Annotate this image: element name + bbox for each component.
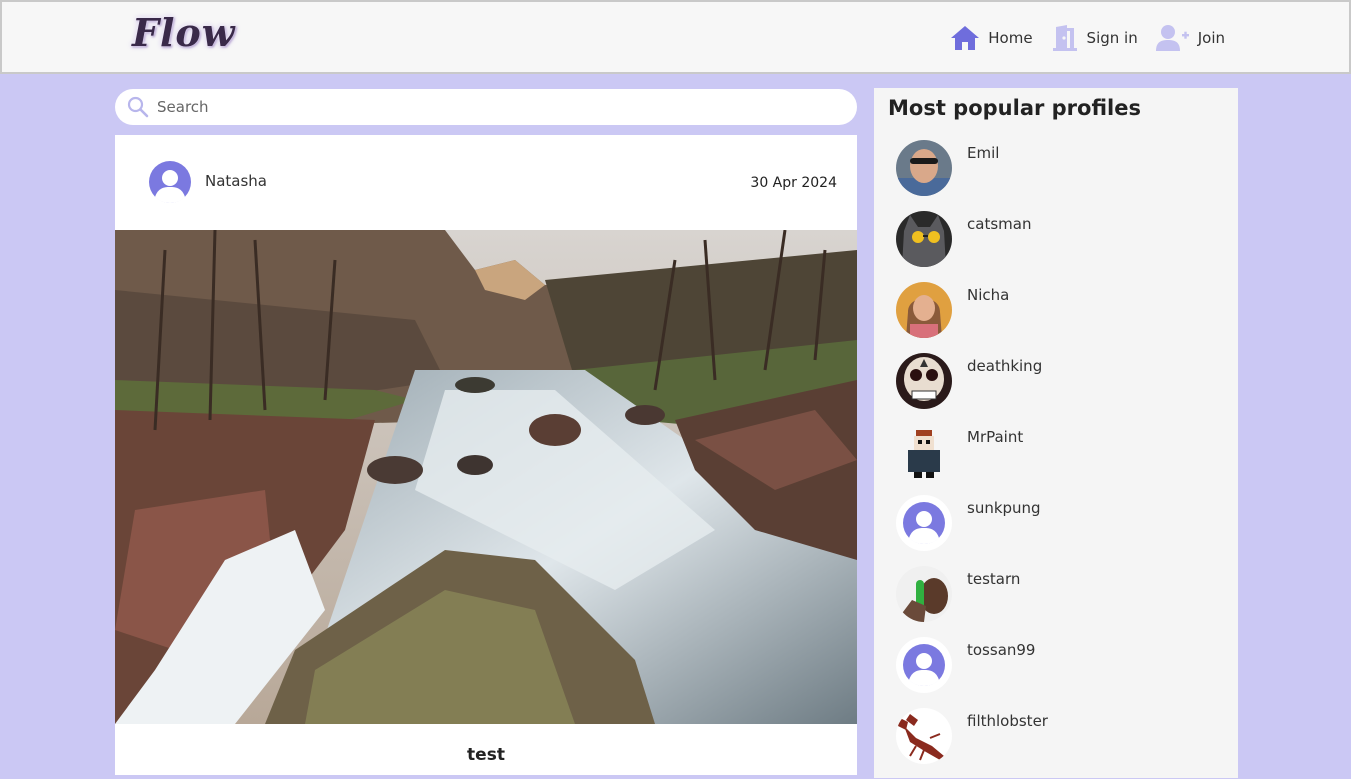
profile-item[interactable]: deathking — [896, 353, 1216, 424]
search-input[interactable] — [155, 97, 819, 117]
main-nav: Home Sign in Join — [950, 24, 1225, 52]
nav-join[interactable]: Join — [1155, 24, 1225, 52]
profile-item[interactable]: filthlobster — [896, 708, 1216, 779]
profile-name[interactable]: deathking — [967, 357, 1042, 375]
profile-name[interactable]: MrPaint — [967, 428, 1023, 446]
nav-sign-in[interactable]: Sign in — [1051, 24, 1138, 52]
profile-avatar-default[interactable] — [896, 637, 952, 693]
user-plus-icon — [1155, 25, 1189, 51]
profile-avatar-photo[interactable] — [896, 140, 952, 196]
profile-avatar-photo[interactable] — [896, 566, 952, 622]
post-card: Natasha 30 Apr 2024 test — [115, 135, 857, 775]
post-author-name[interactable]: Natasha — [205, 172, 267, 190]
profile-name[interactable]: Nicha — [967, 286, 1009, 304]
popular-profiles-panel: Most popular profiles Emil catsman Nicha… — [874, 88, 1238, 778]
logo[interactable]: Flow — [132, 10, 235, 55]
profile-name[interactable]: Emil — [967, 144, 999, 162]
profile-item[interactable]: Emil — [896, 140, 1216, 211]
post-header: Natasha 30 Apr 2024 — [115, 135, 857, 230]
profile-avatar-photo[interactable] — [896, 282, 952, 338]
post-author-avatar[interactable] — [149, 161, 191, 203]
profile-item[interactable]: testarn — [896, 566, 1216, 637]
profile-name[interactable]: catsman — [967, 215, 1031, 233]
profile-avatar-default[interactable] — [896, 495, 952, 551]
post-image[interactable] — [115, 230, 857, 724]
profile-name[interactable]: testarn — [967, 570, 1020, 588]
nav-join-label: Join — [1197, 29, 1225, 47]
profile-item[interactable]: Nicha — [896, 282, 1216, 353]
profile-item[interactable]: tossan99 — [896, 637, 1216, 708]
profile-list: Emil catsman Nicha deathking MrPaint sun… — [896, 140, 1216, 779]
door-icon — [1052, 25, 1077, 51]
top-navbar: Flow Home Sign in Join — [0, 0, 1351, 74]
nav-sign-in-label: Sign in — [1086, 29, 1138, 47]
profile-avatar-pixel[interactable] — [896, 424, 952, 480]
profile-avatar-skull[interactable] — [896, 353, 952, 409]
profile-item[interactable]: catsman — [896, 211, 1216, 282]
search-bar — [115, 89, 857, 125]
profile-item[interactable]: sunkpung — [896, 495, 1216, 566]
profile-avatar-cat[interactable] — [896, 211, 952, 267]
profile-name[interactable]: tossan99 — [967, 641, 1035, 659]
nav-home-label: Home — [988, 29, 1033, 47]
profile-name[interactable]: sunkpung — [967, 499, 1041, 517]
nav-home[interactable]: Home — [950, 25, 1033, 51]
profile-item[interactable]: MrPaint — [896, 424, 1216, 495]
post-title: test — [467, 745, 505, 765]
home-icon — [951, 26, 980, 50]
search-icon — [127, 96, 149, 118]
profile-name[interactable]: filthlobster — [967, 712, 1048, 730]
popular-profiles-heading: Most popular profiles — [888, 96, 1141, 120]
post-date: 30 Apr 2024 — [750, 175, 837, 191]
profile-avatar-lobster[interactable] — [896, 708, 952, 764]
